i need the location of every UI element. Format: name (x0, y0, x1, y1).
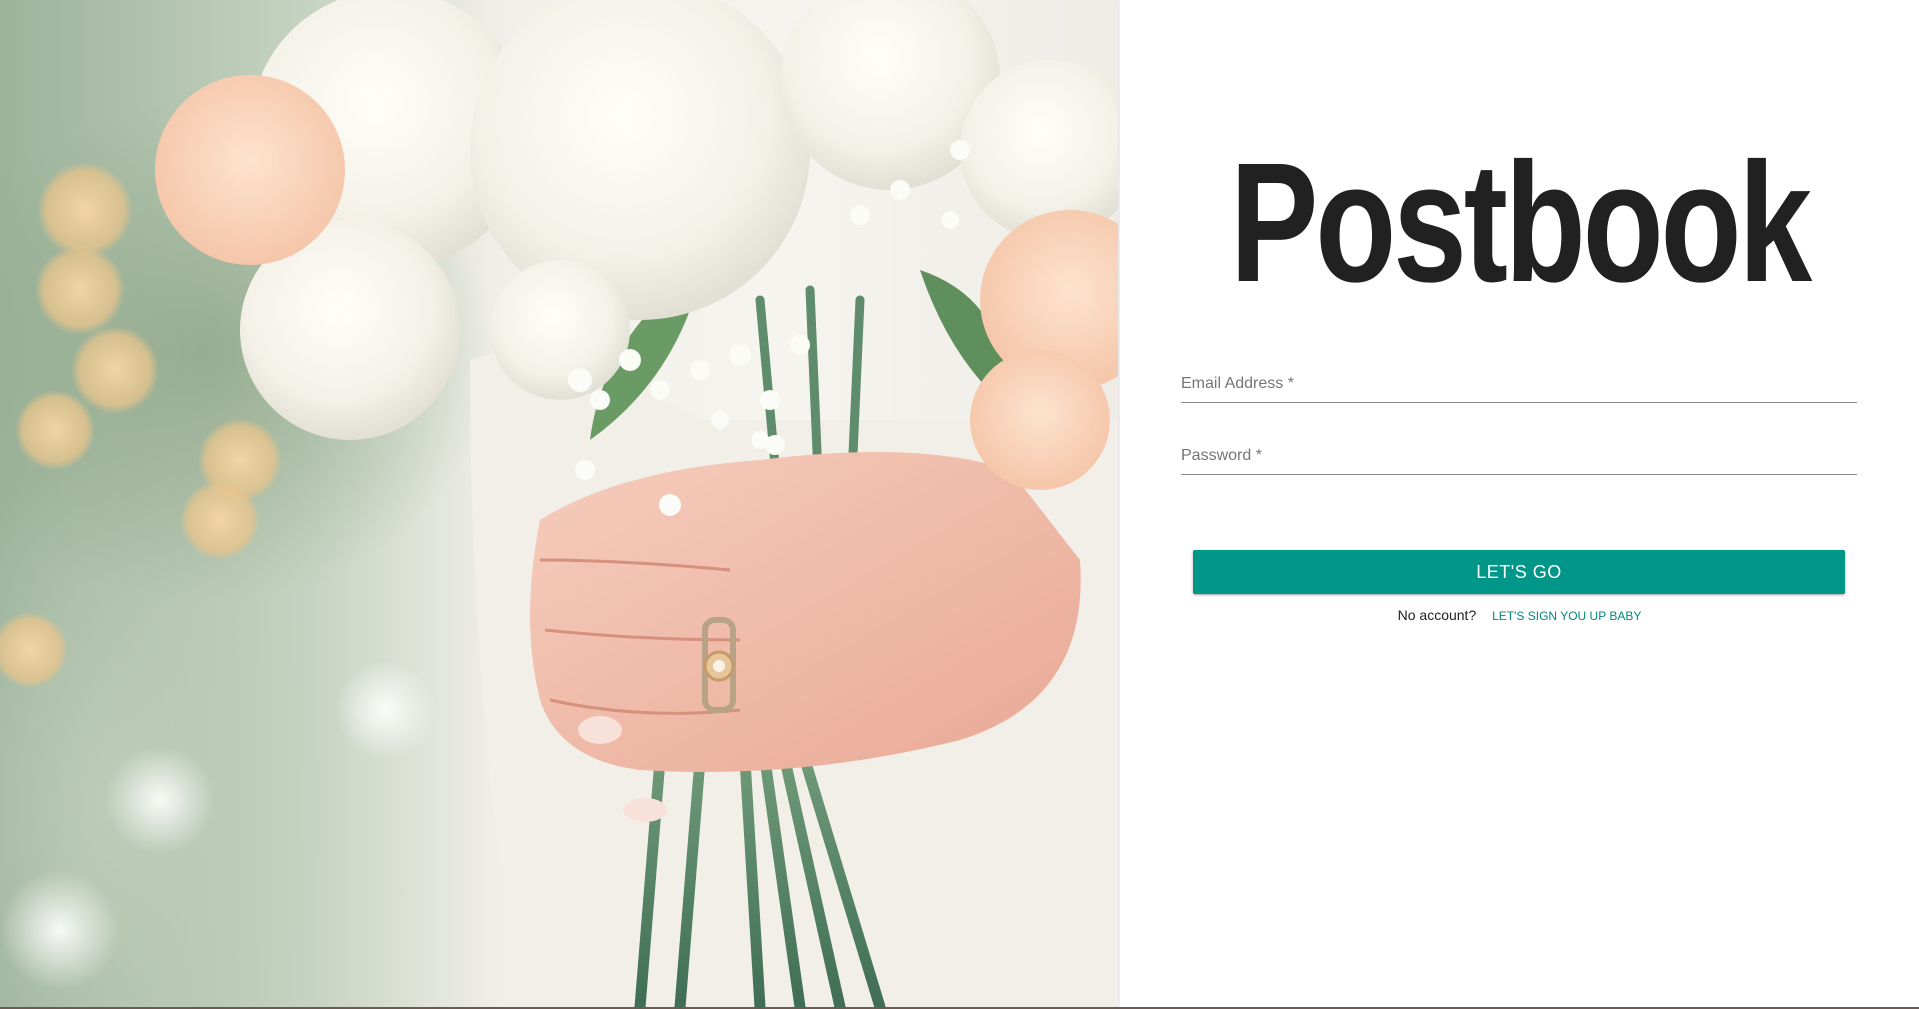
app-title: Postbook (1229, 128, 1812, 318)
submit-button[interactable]: LET'S GO (1193, 550, 1845, 594)
email-field[interactable]: Email Address * (1181, 362, 1861, 410)
hero-image (0, 0, 1118, 1007)
signup-row: No account? LET'S SIGN YOU UP BABY (1120, 607, 1919, 623)
signup-link[interactable]: LET'S SIGN YOU UP BABY (1492, 609, 1641, 623)
login-page: Postbook Email Address * Password * LET'… (0, 0, 1919, 1009)
no-account-text: No account? (1397, 607, 1477, 623)
login-panel: Postbook Email Address * Password * LET'… (1120, 0, 1919, 1007)
password-field[interactable]: Password * (1181, 434, 1861, 482)
password-input[interactable] (1181, 440, 1861, 476)
bouquet-with-ring-photo-icon (0, 0, 1118, 1007)
password-underline (1181, 474, 1857, 475)
email-input[interactable] (1181, 368, 1861, 404)
email-underline (1181, 402, 1857, 403)
